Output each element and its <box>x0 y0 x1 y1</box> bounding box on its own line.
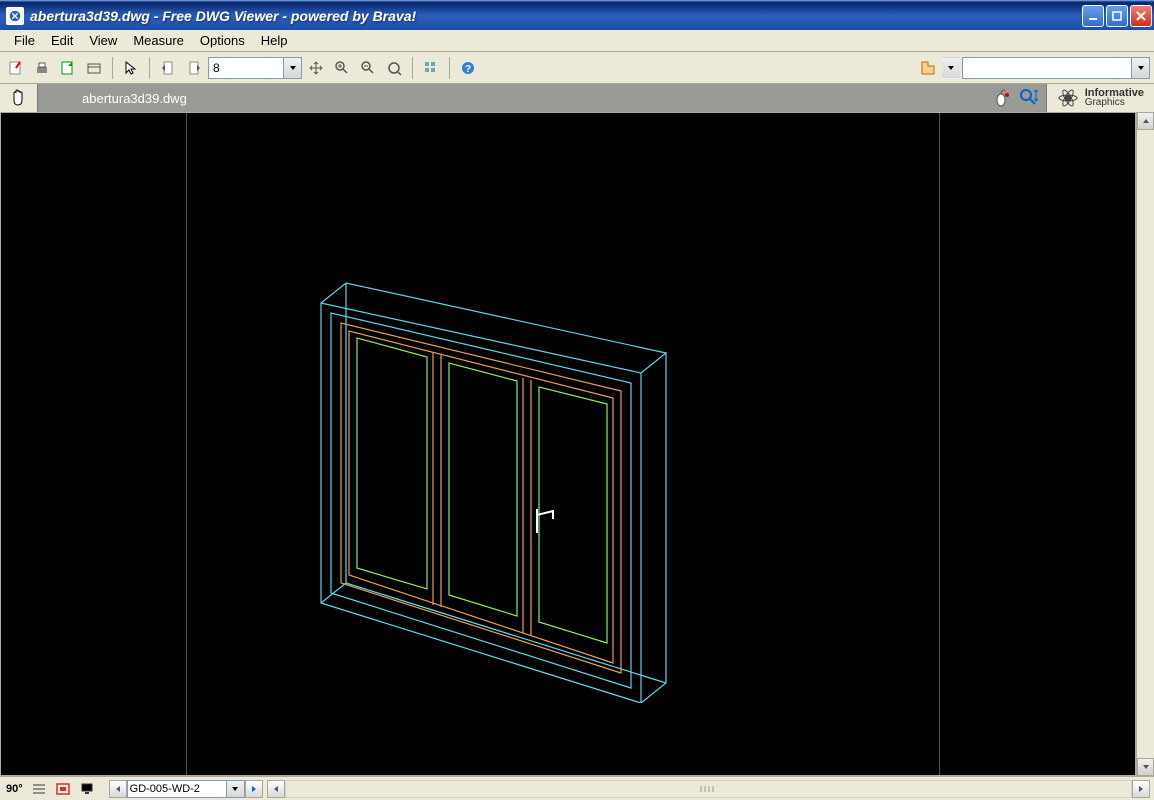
scroll-up-button[interactable] <box>1137 112 1154 130</box>
brand-panel[interactable]: Informative Graphics <box>1046 84 1154 112</box>
status-bar: 90° <box>0 776 1154 800</box>
page-input[interactable] <box>208 57 284 79</box>
sheet-navigator <box>109 780 263 798</box>
separator <box>112 57 113 79</box>
app-icon <box>6 7 24 25</box>
svg-text:?: ? <box>465 64 471 75</box>
vertical-scrollbar[interactable] <box>1136 112 1154 776</box>
hand-tool-button[interactable] <box>0 84 38 112</box>
bookmark-dropdown[interactable] <box>942 57 960 79</box>
sheet-next-button[interactable] <box>245 780 263 798</box>
document-tab[interactable]: abertura3d39.dwg <box>38 91 201 106</box>
monitor-toggle-button[interactable] <box>77 780 97 798</box>
brand-name-bot: Graphics <box>1085 98 1144 108</box>
pan-button[interactable] <box>304 56 328 80</box>
title-bar: abertura3d39.dwg - Free DWG Viewer - pow… <box>0 0 1154 30</box>
page-dropdown-button[interactable] <box>284 57 302 79</box>
sheet-dropdown-button[interactable] <box>227 780 245 798</box>
hscroll-right-button[interactable] <box>1132 780 1150 798</box>
separator <box>449 57 450 79</box>
tabbar-tools <box>986 87 1046 110</box>
open-button[interactable] <box>56 56 80 80</box>
zoom-out-button[interactable] <box>356 56 380 80</box>
window-title: abertura3d39.dwg - Free DWG Viewer - pow… <box>30 8 1082 24</box>
brand-logo-icon <box>1057 87 1079 109</box>
scroll-track[interactable] <box>1137 130 1154 758</box>
goto-dropdown-button[interactable] <box>1132 57 1150 79</box>
workarea <box>0 112 1154 776</box>
mouse-icon[interactable] <box>994 87 1014 110</box>
newwindow-button[interactable] <box>82 56 106 80</box>
rotate-button[interactable]: 90° <box>4 783 25 795</box>
separator <box>149 57 150 79</box>
hscroll-grip-icon <box>693 784 723 794</box>
menu-measure[interactable]: Measure <box>125 31 192 50</box>
close-button[interactable] <box>1130 5 1152 27</box>
print-button[interactable] <box>30 56 54 80</box>
help-button[interactable]: ? <box>456 56 480 80</box>
zoom-fit-button[interactable] <box>382 56 406 80</box>
horizontal-scrollbar[interactable] <box>267 780 1150 798</box>
pointer-button[interactable] <box>119 56 143 80</box>
layers-button[interactable] <box>419 56 443 80</box>
menu-file[interactable]: File <box>6 31 43 50</box>
sheet-input[interactable] <box>127 780 227 798</box>
goto-input[interactable] <box>962 57 1132 79</box>
drawing-model <box>261 173 741 703</box>
bookmark-button[interactable] <box>916 56 940 80</box>
tab-bar: abertura3d39.dwg Informative Graphics <box>0 84 1154 112</box>
measure-icon[interactable] <box>1018 87 1038 110</box>
toolbar: ? <box>0 52 1154 84</box>
scroll-down-button[interactable] <box>1137 758 1154 776</box>
separator <box>412 57 413 79</box>
menu-bar: File Edit View Measure Options Help <box>0 30 1154 52</box>
zoom-in-button[interactable] <box>330 56 354 80</box>
next-page-button[interactable] <box>182 56 206 80</box>
drawing-canvas[interactable] <box>0 112 1136 776</box>
layers-toggle-button[interactable] <box>29 780 49 798</box>
maximize-button[interactable] <box>1106 5 1128 27</box>
menu-edit[interactable]: Edit <box>43 31 81 50</box>
menu-help[interactable]: Help <box>253 31 296 50</box>
menu-view[interactable]: View <box>81 31 125 50</box>
markup-button[interactable] <box>4 56 28 80</box>
menu-options[interactable]: Options <box>192 31 253 50</box>
goto-selector <box>962 57 1150 79</box>
prev-page-button[interactable] <box>156 56 180 80</box>
window-buttons <box>1082 5 1152 27</box>
box-toggle-button[interactable] <box>53 780 73 798</box>
hscroll-left-button[interactable] <box>267 780 285 798</box>
page-selector <box>208 57 302 79</box>
minimize-button[interactable] <box>1082 5 1104 27</box>
sheet-prev-button[interactable] <box>109 780 127 798</box>
